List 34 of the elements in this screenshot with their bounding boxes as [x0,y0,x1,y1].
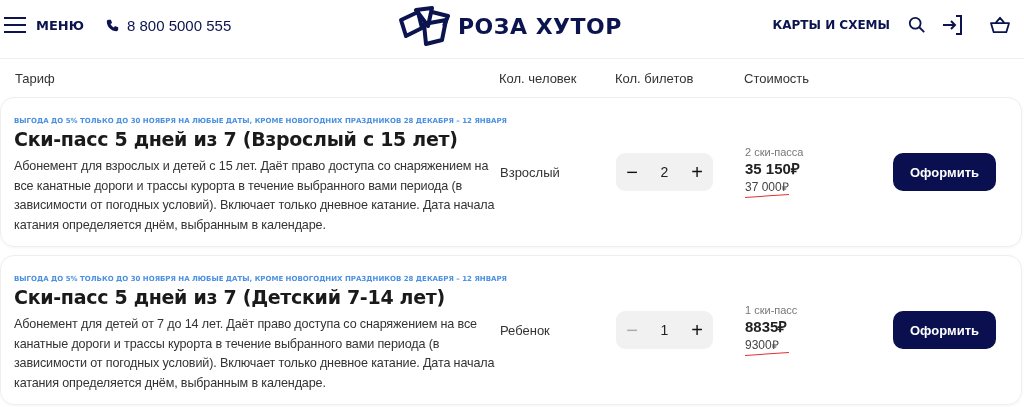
pass-count: 2 ски-пасса [745,146,804,158]
column-header: Тариф [14,70,56,86]
tariff-title: Ски-пасс 5 дней из 7 (Взрослый с 15 лет) [14,128,459,150]
tariff-description: Абонемент для детей от 7 до 14 лет. Даёт право доступа со снаряжением на все канатные дороги и трассы курорта в течение выбранного вами периода (в зависимости от погодных условий). Включает только дневное катание. Дата начала катания определяется днём, выбранным в календаре. [14,316,496,392]
strike-line [745,352,789,356]
login-icon[interactable] [942,15,964,35]
person-type: Взрослый [500,165,560,180]
price: 8835₽ [745,317,788,336]
old-price: 37 000₽ [745,180,789,194]
phone-link[interactable]: 8 800 5000 555 [105,16,232,34]
column-header: Кол. билетов [615,70,695,86]
minus-button[interactable]: − [616,153,648,191]
logo[interactable]: РОЗА ХУТОР [398,6,622,46]
search-icon[interactable] [908,16,926,34]
phone-icon [105,18,119,32]
pass-count: 1 ски-пасс [745,304,798,316]
tariff-description: Абонемент для взрослых и детей с 15 лет. Даёт право доступа со снаряжением на все канатные дороги и трассы курорта в течение выбранного вами периода (в зависимости от погодных условий). Включает только дневное катание. Дата начала катания определяется днём, выбранным в календаре. [14,158,496,234]
checkout-button[interactable]: Оформить [893,311,996,349]
ticket-count: 2 [660,164,669,180]
ticket-count: 1 [660,322,669,338]
old-price: 9300₽ [745,338,780,352]
plus-button[interactable]: + [681,153,713,191]
strike-line [745,194,789,198]
checkout-button[interactable]: Оформить [893,153,996,191]
column-header: Стоимость [744,70,811,86]
price: 35 150₽ [745,159,800,178]
menu-button[interactable]: МЕНЮ [4,17,84,33]
column-header: Кол. человек [499,70,578,86]
menu-icon [4,17,26,33]
person-type: Ребенок [500,323,550,338]
tariff-title: Ски-пасс 5 дней из 7 (Детский 7-14 лет) [14,286,446,308]
basket-icon[interactable] [990,16,1010,34]
plus-button[interactable]: + [681,311,713,349]
maps-link[interactable]: КАРТЫ И СХЕМЫ [772,18,890,32]
